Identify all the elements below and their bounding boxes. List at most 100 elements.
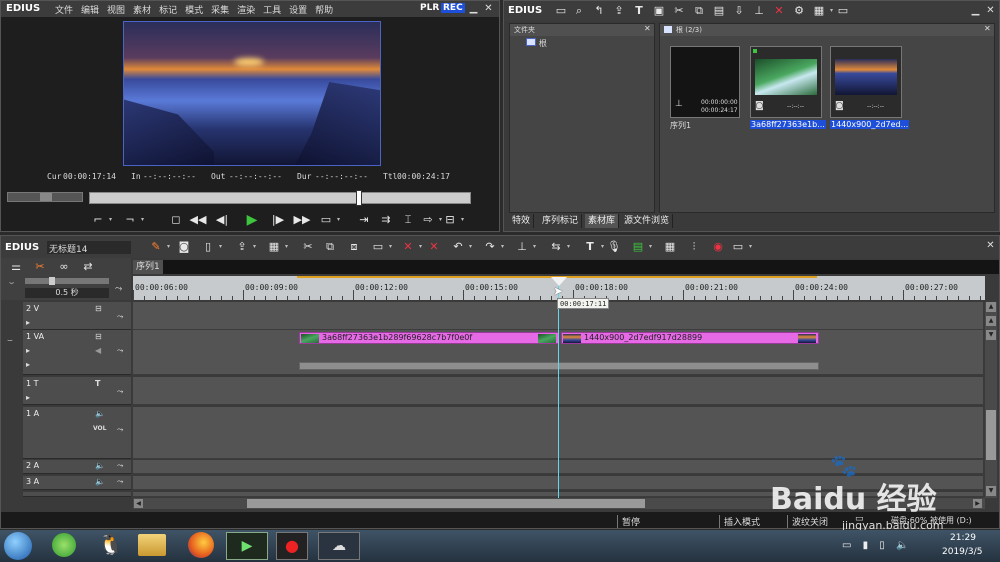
rewind-icon[interactable]: ◀◀	[189, 211, 207, 229]
track-expand-icon[interactable]: ▸	[26, 318, 30, 327]
up-folder-icon[interactable]: ↰	[590, 2, 608, 20]
paste-icon[interactable]: ▤	[710, 2, 728, 20]
mark-clip-icon[interactable]: ⌶	[399, 211, 417, 229]
open-project-icon[interactable]: ⇪	[233, 238, 256, 256]
position-bar[interactable]	[89, 190, 471, 206]
track-mute-icon[interactable]: ⊟	[95, 332, 102, 341]
clip-area-close-icon[interactable]: ✕	[984, 24, 991, 33]
delete-clip-icon[interactable]: ✕	[399, 238, 422, 256]
fast-forward-icon[interactable]: ▶▶	[293, 211, 311, 229]
track-audio-icon[interactable]: ◀	[95, 346, 101, 355]
bin-close-button[interactable]: ✕	[985, 5, 996, 16]
timeline-paste-icon[interactable]: ⧈	[345, 238, 363, 256]
scroll-left-icon[interactable]: ◀	[134, 499, 143, 508]
step-back-icon[interactable]: ◀|	[213, 211, 231, 229]
menu-settings[interactable]: 设置	[289, 3, 307, 16]
menu-help[interactable]: 帮助	[315, 3, 333, 16]
mixer-mode-icon[interactable]: ✂	[31, 258, 49, 276]
menu-marker[interactable]: 标记	[159, 3, 177, 16]
ripple-delete-icon[interactable]: ✕	[425, 238, 443, 256]
step-forward-icon[interactable]: |▶	[269, 211, 287, 229]
close-button[interactable]: ✕	[483, 3, 494, 14]
layout-icon[interactable]: ▭	[729, 238, 752, 256]
track-header-3a[interactable]: 3 A 🔈 ⤳	[23, 476, 131, 490]
title-track-icon[interactable]: T	[95, 379, 100, 388]
track-expand-icon[interactable]: ▸	[26, 346, 30, 355]
folder-icon[interactable]: ▭	[552, 2, 570, 20]
va-select-icon[interactable]: ⌣	[7, 336, 13, 346]
tab-effects[interactable]: 特效	[509, 214, 535, 228]
trim-icon[interactable]: ⊥	[750, 2, 768, 20]
overwrite-icon[interactable]: ⇉	[377, 211, 395, 229]
save-frame-icon[interactable]: ◙	[175, 238, 193, 256]
bin-item-image-green[interactable]: ◙ --:--:-- 3a68ff27363e1b...	[750, 46, 826, 130]
clip-blue[interactable]: 1440x900_2d7edf917d28899	[561, 332, 819, 344]
horizontal-scroll-thumb[interactable]	[247, 499, 645, 508]
root-folder[interactable]: 根	[526, 38, 547, 49]
minimize-button[interactable]: ▁	[468, 3, 479, 14]
link-icon[interactable]: ∞	[55, 258, 73, 276]
render-icon[interactable]: ▤	[629, 238, 652, 256]
bin-settings-icon[interactable]: ▭	[834, 2, 852, 20]
play-icon[interactable]: ▶	[243, 211, 261, 229]
rec-button[interactable]: REC	[441, 3, 465, 13]
zoom-slider[interactable]	[25, 277, 109, 285]
edius-taskbar-icon[interactable]: ▶	[226, 532, 268, 560]
effect-icon[interactable]: ✎	[147, 238, 170, 256]
zoom-slider-handle[interactable]	[49, 277, 55, 285]
menu-edit[interactable]: 编辑	[81, 3, 99, 16]
playhead-line[interactable]	[558, 278, 559, 498]
redo-icon[interactable]: ↷	[481, 238, 504, 256]
view-icon[interactable]: ▦	[810, 2, 833, 20]
browser-360-icon[interactable]	[52, 533, 76, 557]
open-clip-icon[interactable]: ⇪	[610, 2, 628, 20]
insert-icon[interactable]: ⇥	[355, 211, 373, 229]
add-cut-icon[interactable]: ⊥	[513, 238, 536, 256]
record-icon[interactable]: ◉	[709, 238, 727, 256]
track-sync-icon[interactable]: ⤳	[117, 477, 123, 487]
folder-tree-close-icon[interactable]: ✕	[644, 24, 651, 33]
track-header-1a[interactable]: 1 A 🔈 VOL ⤳	[23, 407, 131, 459]
tab-bin[interactable]: 素材库	[585, 214, 620, 228]
replace-icon[interactable]: ▭	[369, 238, 392, 256]
bin-item-sequence[interactable]: ⊥ 00:00:00:00 00:00:24:17 序列1	[670, 46, 740, 130]
track-patch-icon[interactable]: ⚌	[7, 258, 25, 276]
track-expand-icon[interactable]: ▸	[26, 393, 30, 402]
position-marker[interactable]	[356, 190, 362, 206]
tab-sequence-markers[interactable]: 序列标记	[539, 214, 583, 228]
undo-icon[interactable]: ↶	[449, 238, 472, 256]
set-in-icon[interactable]: ⌐	[89, 211, 112, 229]
timeline-cut-icon[interactable]: ✂	[299, 238, 317, 256]
sync-icon[interactable]: ⇆	[547, 238, 570, 256]
app-icon[interactable]: ☁	[318, 532, 360, 560]
zoom-dropdown[interactable]: 0.5 秒	[25, 288, 109, 298]
track-sync-icon[interactable]: ⤳	[117, 425, 123, 435]
vertical-scroll-thumb[interactable]	[986, 410, 996, 460]
track-header-2v[interactable]: 2 V ⊟ ▸ ⤳	[23, 302, 131, 330]
add-timeline-icon[interactable]: ⇩	[730, 2, 748, 20]
bin-item-image-blue[interactable]: ◙ --:--:-- 1440x900_2d7ed...	[830, 46, 910, 130]
timeline-title-icon[interactable]: T	[581, 238, 604, 256]
shuttle-slider[interactable]	[7, 192, 83, 202]
speaker-icon[interactable]: 🔈	[95, 477, 105, 486]
audio-clip-bar[interactable]	[299, 362, 819, 370]
recorder-icon[interactable]: ●	[276, 532, 308, 560]
output-icon[interactable]: ⊟	[441, 211, 464, 229]
menu-render[interactable]: 渲染	[237, 3, 255, 16]
menu-clip[interactable]: 素材	[133, 3, 151, 16]
zoom-toggle-icon[interactable]: ⌣	[9, 278, 14, 288]
track-expand-icon[interactable]: ▸	[26, 360, 30, 369]
export-icon[interactable]: ⇨	[419, 211, 442, 229]
stop-icon[interactable]: ◻	[167, 211, 185, 229]
track-header-1va[interactable]: 1 VA ⊟ ◀ ▸ ▸ ⤳	[23, 330, 131, 375]
tab-source-browser[interactable]: 源文件浏览	[621, 214, 674, 228]
track-sync-icon[interactable]: ⤳	[117, 346, 123, 356]
track-sync-icon[interactable]: ⤳	[117, 387, 123, 397]
sync-mode-icon[interactable]: ⇄	[79, 258, 97, 276]
add-clip-icon[interactable]: ▣	[650, 2, 668, 20]
menu-file[interactable]: 文件	[55, 3, 73, 16]
loop-icon[interactable]: ▭	[317, 211, 340, 229]
scroll-down2-icon[interactable]: ▼	[986, 330, 996, 340]
plr-button[interactable]: PLR	[420, 3, 439, 13]
delete-icon[interactable]: ✕	[770, 2, 788, 20]
